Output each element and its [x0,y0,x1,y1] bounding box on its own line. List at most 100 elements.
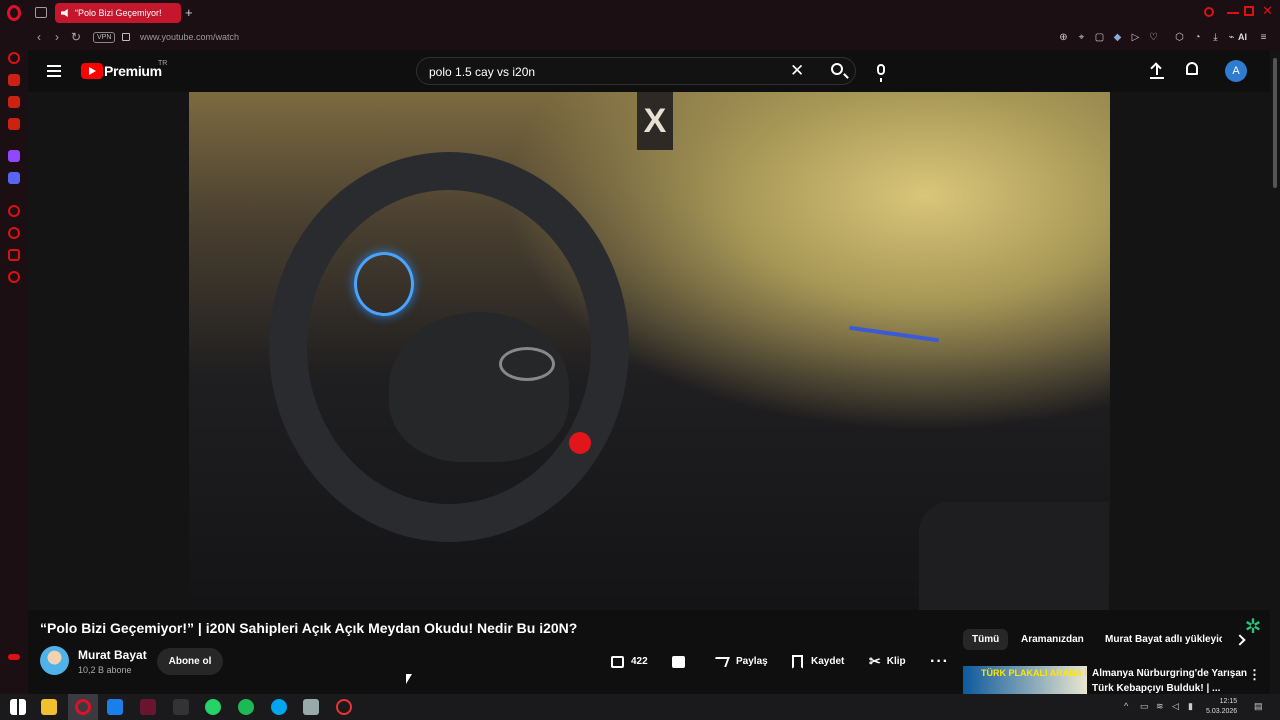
download-icon[interactable]: ⤓ [1210,32,1221,43]
chip-from-search[interactable]: Aramanızdan [1012,629,1093,650]
network-icon[interactable]: ▭ [1140,701,1150,711]
tab-switcher-icon[interactable] [35,7,47,18]
file-explorer-icon[interactable] [41,699,57,715]
gx-icon[interactable] [8,654,20,660]
subscribe-button[interactable]: Abone ol [157,648,223,675]
forward-icon[interactable]: › [55,30,59,44]
scrollbar-thumb[interactable] [1273,58,1277,188]
new-tab-button[interactable]: + [185,5,193,20]
mouse-cursor [406,674,412,684]
address-bar: ‹ › ↻ VPN www.youtube.com/watch ⊕ ⌖ ▢ ◆ … [0,26,1280,50]
twitch-icon[interactable] [8,150,20,162]
search-box[interactable]: polo 1.5 cay vs i20n ✕ [416,57,856,85]
youtube-logo-icon[interactable] [81,63,103,79]
close-window-button[interactable]: ✕ [1262,3,1274,18]
ai-icon[interactable]: ⌁ [1226,32,1237,43]
opera-gx-icon[interactable] [140,699,156,715]
share-button[interactable]: Paylaş [712,648,768,675]
ai-label[interactable]: AI [1238,32,1247,42]
app-icon[interactable] [303,699,319,715]
wifi-icon[interactable]: ≋ [1156,701,1166,711]
gemini-icon[interactable]: ✲ [1242,616,1264,638]
heart-icon[interactable]: ♡ [1148,32,1159,43]
opera-taskbar-icon[interactable] [75,699,91,715]
player-icon[interactable] [8,205,20,217]
video-title: “Polo Bizi Geçemiyor!” | i20N Sahipleri … [40,620,578,636]
discord-icon[interactable] [8,172,20,184]
channel-avatar[interactable] [40,646,69,675]
lock-icon[interactable] [122,33,130,41]
ai-sidebar-icon[interactable] [8,52,20,64]
speaker-icon[interactable] [61,9,68,17]
upload-icon[interactable] [1150,62,1164,80]
opera-icon[interactable] [7,5,21,21]
skype-icon[interactable] [271,699,287,715]
maximize-button[interactable] [1244,6,1254,16]
recommended-thumbnail[interactable]: TÜRK PLAKALI ARABA İLE NÜRBURGRİNG TURU! [963,666,1087,694]
hyundai-emblem [499,347,555,381]
extensions-sidebar-icon[interactable] [8,249,20,261]
store-icon[interactable] [107,699,123,715]
minimize-button[interactable] [1227,12,1239,14]
shield-icon[interactable]: ◆ [1112,32,1123,43]
mic-icon[interactable] [877,64,885,82]
browser-tab-active[interactable]: “Polo Bizi Geçemiyor! [55,3,181,23]
messenger-icon[interactable] [8,96,20,108]
instagram-icon[interactable] [8,118,20,130]
zoom-icon[interactable]: ⊕ [1058,32,1069,43]
epic-games-icon[interactable] [173,699,189,715]
like-icon [611,655,624,668]
dislike-button[interactable] [672,648,685,675]
more-icon: ··· [930,653,949,670]
brand-text[interactable]: Premium [104,63,162,79]
youtube-header: Premium TR polo 1.5 cay vs i20n ✕ A [28,50,1270,92]
recommended-more-button[interactable]: ⋮ [1248,667,1261,683]
like-button[interactable]: 422 [611,648,648,675]
pin-icon[interactable]: ⌖ [1076,32,1087,43]
channel-name[interactable]: Murat Bayat [78,648,147,662]
whatsapp-icon[interactable] [205,699,221,715]
search-input[interactable]: polo 1.5 cay vs i20n [429,65,535,79]
clear-search-icon[interactable]: ✕ [790,61,804,81]
bell-icon[interactable] [1186,62,1198,75]
video-frame[interactable]: X [189,92,1110,610]
history-icon[interactable] [8,227,20,239]
notifications-icon[interactable]: ▤ [1254,701,1264,711]
tab-search-icon[interactable] [1204,7,1214,17]
recommended-title-line2[interactable]: Türk Kebapçıyı Bulduk! | ... [1092,683,1220,694]
like-count: 422 [631,656,648,667]
video-player[interactable]: X [28,92,1270,610]
chip-all[interactable]: Tümü [963,629,1009,650]
mic-tray-icon[interactable]: ▮ [1188,701,1198,711]
page-scrollbar[interactable] [1270,50,1280,694]
clip-button[interactable]: ✂ Klip [869,648,906,675]
spotify-icon[interactable] [238,699,254,715]
recorder-icon[interactable] [336,699,352,715]
bag-icon[interactable] [8,74,20,86]
recommended-title-line1[interactable]: Almanya Nürburgring'de Yarışan [1092,668,1247,679]
menu-icon[interactable]: ≡ [1258,32,1269,43]
snapshot-icon[interactable]: ▢ [1094,32,1105,43]
clock-date: 5.03.2026 [1206,708,1238,715]
save-button[interactable]: Kaydet [792,648,844,675]
extensions-icon[interactable]: ⬡ [1174,32,1185,43]
hamburger-menu-icon[interactable] [47,65,61,77]
vpn-badge[interactable]: VPN [93,32,116,43]
share-label: Paylaş [736,656,768,667]
search-icon [831,63,843,75]
reload-icon[interactable]: ↻ [71,30,81,44]
url-field[interactable]: www.youtube.com/watch [140,32,239,42]
more-actions-button[interactable]: ··· [930,648,949,675]
volume-icon[interactable]: ◁ [1172,701,1182,711]
play-icon[interactable]: ▷ [1130,32,1141,43]
search-button[interactable] [819,57,857,85]
tray-chevron-icon[interactable]: ^ [1124,701,1134,711]
browser-sidebar [0,50,28,694]
settings-icon[interactable] [8,271,20,283]
windows-start-icon[interactable] [10,699,26,715]
avatar[interactable]: A [1225,60,1247,82]
taskbar-clock[interactable]: 12:15 5.03.2026 [1206,697,1237,717]
account-icon[interactable]: ◔ [1192,32,1203,43]
chip-uploader[interactable]: Murat Bayat adlı yükleyic [1096,629,1222,650]
back-icon[interactable]: ‹ [37,30,41,44]
